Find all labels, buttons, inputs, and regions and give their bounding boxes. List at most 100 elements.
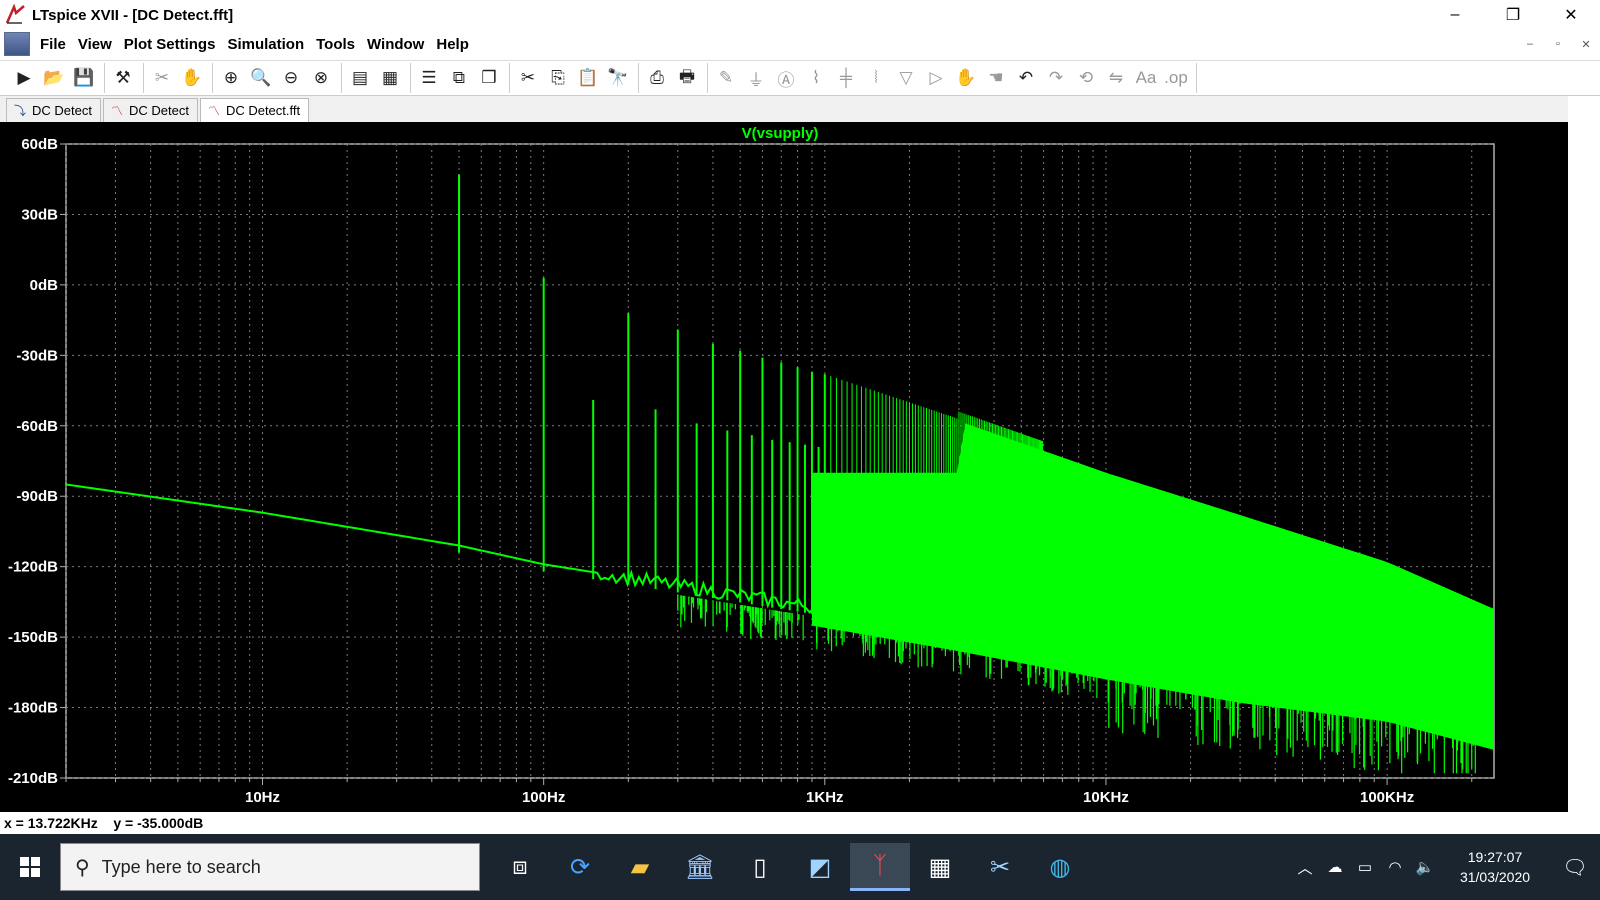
wifi-icon[interactable]: ◠ bbox=[1380, 858, 1410, 876]
edge-icon[interactable]: ◍ bbox=[1030, 843, 1090, 891]
cursor-readout: x = 13.722KHz y = -35.000dB bbox=[4, 815, 204, 831]
spice-directive-icon[interactable]: .op bbox=[1162, 64, 1190, 92]
tab-label: DC Detect bbox=[32, 103, 92, 118]
toolbar-group-schematic: ✎ ⏚ Ⓐ ⌇ ╪ ⦚ ▽ ▷ ✋ ☚ ↶ ↷ ⟲ ⇋ Aa .op bbox=[712, 63, 1197, 93]
component-icon[interactable]: ▷ bbox=[922, 64, 950, 92]
status-bar: x = 13.722KHz y = -35.000dB bbox=[0, 812, 1600, 834]
cut-icon[interactable]: ✂ bbox=[514, 64, 542, 92]
x-tick-label: 10KHz bbox=[1083, 789, 1129, 806]
maximize-button[interactable]: ❐ bbox=[1484, 0, 1542, 30]
bank-icon[interactable]: 🏛 bbox=[670, 843, 730, 891]
waveform-plot[interactable]: V(vsupply) 60dB 30dB 0dB -30dB -60dB -90dB -12… bbox=[0, 122, 1568, 812]
move-icon[interactable]: ✋ bbox=[952, 64, 980, 92]
onedrive-icon[interactable]: ☁ bbox=[1320, 858, 1350, 876]
print-icon[interactable]: ⎙ bbox=[643, 64, 671, 92]
y-tick-label: 30dB bbox=[21, 206, 58, 223]
document-tabs: ⤵ DC Detect 〽 DC Detect 〽 DC Detect.fft bbox=[0, 96, 1600, 122]
trace-label[interactable]: V(vsupply) bbox=[742, 125, 819, 142]
undo-icon[interactable]: ↶ bbox=[1012, 64, 1040, 92]
zoom-in-icon[interactable]: ⊕ bbox=[217, 64, 245, 92]
diode-icon[interactable]: ▽ bbox=[892, 64, 920, 92]
volume-icon[interactable]: 🔈 bbox=[1410, 858, 1440, 876]
y-tick-label: -210dB bbox=[8, 770, 58, 787]
save-icon[interactable]: 💾 bbox=[70, 64, 98, 92]
notepad-icon[interactable]: ◩ bbox=[790, 843, 850, 891]
y-axis: 60dB 30dB 0dB -30dB -60dB -90dB -120dB -150dB -1… bbox=[8, 136, 66, 787]
menu-tools[interactable]: Tools bbox=[316, 36, 355, 53]
y-tick-label: -60dB bbox=[16, 418, 58, 435]
chevron-up-icon[interactable]: ︿ bbox=[1290, 857, 1320, 878]
document-minimize-button[interactable]: – bbox=[1520, 34, 1540, 54]
taskbar-search-input[interactable]: ⚲ Type here to search bbox=[60, 843, 480, 891]
y-tick-label: -180dB bbox=[8, 700, 58, 717]
probe-icon[interactable]: ✂ bbox=[148, 64, 176, 92]
ground-icon[interactable]: ⏚ bbox=[742, 64, 770, 92]
calculator-icon[interactable]: ▦ bbox=[910, 843, 970, 891]
tab-fft[interactable]: 〽 DC Detect.fft bbox=[199, 98, 310, 122]
fft-chart[interactable]: V(vsupply) 60dB 30dB 0dB -30dB -60dB -90dB -12… bbox=[0, 122, 1568, 812]
rotate-icon[interactable]: ⟲ bbox=[1072, 64, 1100, 92]
toolbar: ▶ 📂 💾 ⚒ ✂ ✋ ⊕ 🔍 ⊖ ⊗ ▤ ▦ ☰ ⧉ ❒ ✂ ⎘ � bbox=[0, 60, 1600, 96]
menu-help[interactable]: Help bbox=[436, 36, 469, 53]
trace-group bbox=[65, 174, 1494, 774]
drag-icon[interactable]: ☚ bbox=[982, 64, 1010, 92]
snipping-tool-icon[interactable]: ✂ bbox=[970, 843, 1030, 891]
x-tick-label: 1KHz bbox=[806, 789, 844, 806]
tile-icon[interactable]: ▦ bbox=[376, 64, 404, 92]
print-setup-icon[interactable]: 🖶 bbox=[673, 64, 701, 92]
ltspice-icon[interactable]: ᛉ bbox=[850, 843, 910, 891]
y-tick-label: 60dB bbox=[21, 136, 58, 153]
text-icon[interactable]: Aa bbox=[1132, 64, 1160, 92]
menu-window[interactable]: Window bbox=[367, 36, 424, 53]
document-close-button[interactable]: ✕ bbox=[1576, 34, 1596, 54]
label-icon[interactable]: Ⓐ bbox=[772, 64, 800, 92]
menu-plot-settings[interactable]: Plot Settings bbox=[124, 36, 216, 53]
tile-vertical-icon[interactable]: ⧉ bbox=[445, 64, 473, 92]
document-restore-button[interactable]: ▫ bbox=[1548, 34, 1568, 54]
mirror-icon[interactable]: ⇋ bbox=[1102, 64, 1130, 92]
toolbar-group-print: ⎙ 🖶 bbox=[643, 63, 708, 93]
file-icon[interactable]: ▯ bbox=[730, 843, 790, 891]
capacitor-icon[interactable]: ╪ bbox=[832, 64, 860, 92]
search-placeholder: Type here to search bbox=[101, 856, 261, 877]
notifications-icon[interactable]: 🗨 bbox=[1550, 855, 1600, 880]
clock[interactable]: 19:27:07 31/03/2020 bbox=[1440, 847, 1550, 887]
find-icon[interactable]: 🔭 bbox=[604, 64, 632, 92]
wire-icon[interactable]: ✎ bbox=[712, 64, 740, 92]
paste-icon[interactable]: 📋 bbox=[574, 64, 602, 92]
redo-icon[interactable]: ↷ bbox=[1042, 64, 1070, 92]
minimize-button[interactable]: – bbox=[1426, 0, 1484, 30]
toolbar-group-windows: ☰ ⧉ ❒ bbox=[415, 63, 510, 93]
inductor-icon[interactable]: ⦚ bbox=[862, 64, 890, 92]
tab-waveform[interactable]: 〽 DC Detect bbox=[102, 98, 198, 122]
zoom-fit-icon[interactable]: ⊗ bbox=[307, 64, 335, 92]
cascade-icon[interactable]: ❒ bbox=[475, 64, 503, 92]
document-window-controls: – ▫ ✕ bbox=[1520, 34, 1596, 54]
schematic-icon: ⤵ bbox=[13, 104, 26, 118]
toolbar-group-probe: ✂ ✋ bbox=[148, 63, 213, 93]
control-panel-icon[interactable]: ⚒ bbox=[109, 64, 137, 92]
copy-icon[interactable]: ⎘ bbox=[544, 64, 572, 92]
autorange-icon[interactable]: ▤ bbox=[346, 64, 374, 92]
toolbar-group-zoom: ⊕ 🔍 ⊖ ⊗ bbox=[217, 63, 342, 93]
y-tick-label: -90dB bbox=[16, 488, 58, 505]
waveform-icon: 〽 bbox=[110, 104, 123, 118]
menu-simulation[interactable]: Simulation bbox=[227, 36, 304, 53]
zoom-out-icon[interactable]: ⊖ bbox=[277, 64, 305, 92]
open-icon[interactable]: 📂 bbox=[40, 64, 68, 92]
document-menu-icon[interactable] bbox=[4, 32, 30, 56]
tab-schematic[interactable]: ⤵ DC Detect bbox=[6, 98, 101, 122]
task-view-icon[interactable]: ⧈ bbox=[490, 843, 550, 891]
menu-view[interactable]: View bbox=[78, 36, 112, 53]
resistor-icon[interactable]: ⌇ bbox=[802, 64, 830, 92]
close-button[interactable]: ✕ bbox=[1542, 0, 1600, 30]
battery-icon[interactable]: ▭ bbox=[1350, 858, 1380, 876]
start-button[interactable] bbox=[0, 843, 60, 891]
sync-icon[interactable]: ⟳ bbox=[550, 843, 610, 891]
tile-horizontal-icon[interactable]: ☰ bbox=[415, 64, 443, 92]
menu-file[interactable]: File bbox=[40, 36, 66, 53]
file-explorer-icon[interactable]: ▰ bbox=[610, 843, 670, 891]
zoom-area-icon[interactable]: 🔍 bbox=[247, 64, 275, 92]
pan-icon[interactable]: ✋ bbox=[178, 64, 206, 92]
run-icon[interactable]: ▶ bbox=[10, 64, 38, 92]
